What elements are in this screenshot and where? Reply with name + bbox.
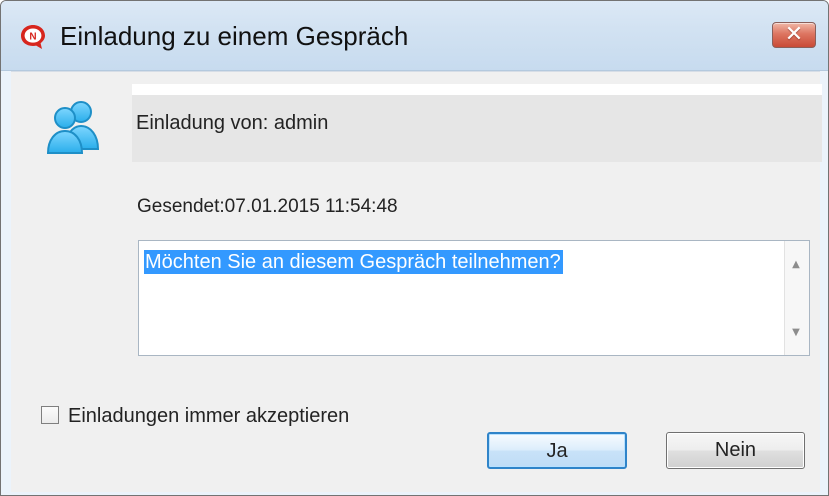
yes-button[interactable]: Ja	[487, 432, 627, 469]
auto-accept-checkbox[interactable]	[41, 406, 59, 424]
window-titlebar[interactable]: N Einladung zu einem Gespräch ✕	[1, 1, 828, 71]
invitation-dialog: N Einladung zu einem Gespräch ✕ Einladun…	[0, 0, 829, 496]
sent-timestamp: Gesendet:07.01.2015 11:54:48	[137, 196, 398, 217]
svg-text:N: N	[29, 32, 36, 43]
close-button[interactable]: ✕	[772, 22, 816, 48]
auto-accept-label[interactable]: Einladungen immer akzeptieren	[68, 404, 349, 428]
inviter-label: Einladung von: admin	[136, 112, 329, 134]
dialog-screen: N Einladung zu einem Gespräch ✕ Einladun…	[0, 0, 829, 496]
message-scrollbar[interactable]: ▲ ▼	[784, 241, 809, 355]
dialog-content: Einladung von: admin Gesendet:07.01.2015…	[11, 71, 822, 492]
chat-bubble-n-icon: N	[19, 23, 47, 51]
invitation-message[interactable]: Möchten Sie an diesem Gespräch teilnehme…	[144, 250, 563, 274]
window-title: Einladung zu einem Gespräch	[60, 21, 409, 51]
close-icon[interactable]: ✕	[773, 23, 815, 47]
user-group-icon	[42, 97, 110, 155]
chevron-up-icon[interactable]: ▲	[791, 260, 801, 270]
no-button[interactable]: Nein	[666, 432, 805, 469]
invitation-info-card: Einladung von: admin	[132, 84, 822, 162]
chevron-down-icon[interactable]: ▼	[791, 328, 801, 338]
invitation-message-box[interactable]: Möchten Sie an diesem Gespräch teilnehme…	[138, 240, 810, 356]
